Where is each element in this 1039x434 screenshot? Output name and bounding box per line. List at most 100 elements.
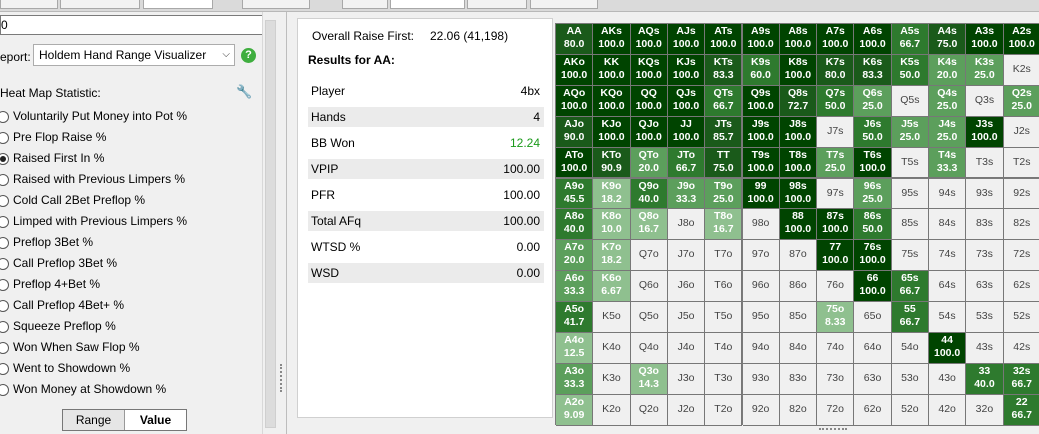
hand-cell[interactable]: QJo 100.0 xyxy=(630,116,668,148)
hand-cell[interactable]: T6s 100.0 xyxy=(854,147,892,179)
hand-cell[interactable]: 98s 100.0 xyxy=(779,178,818,210)
help-icon[interactable]: ? xyxy=(241,48,256,63)
top-tab[interactable] xyxy=(0,0,58,9)
hand-cell[interactable]: QTs 66.7 xyxy=(705,85,743,117)
splitter-grip[interactable] xyxy=(280,364,283,392)
hand-cell[interactable]: Q7o xyxy=(630,240,668,272)
hand-cell[interactable]: J6s 50.0 xyxy=(854,116,892,148)
hand-cell[interactable]: 94s xyxy=(929,178,967,210)
statistic-radio-item[interactable]: Preflop 4+Bet % xyxy=(0,274,270,295)
hand-cell[interactable]: K9s 60.0 xyxy=(742,54,780,86)
hand-cell[interactable]: J7s xyxy=(817,116,855,148)
statistic-radio-item[interactable]: Won Money at Showdown % xyxy=(0,379,270,400)
hand-cell[interactable]: 92o xyxy=(742,394,780,426)
hand-cell[interactable]: K4o xyxy=(593,333,631,364)
search-input[interactable]: 0 xyxy=(0,15,275,35)
hand-cell[interactable]: A9s 100.0 xyxy=(742,24,780,55)
hand-cell[interactable]: 63o xyxy=(854,363,892,395)
hand-cell[interactable]: K8s 100.0 xyxy=(779,54,818,86)
left-scrollbar[interactable] xyxy=(262,12,277,434)
hand-cell[interactable]: QJs 100.0 xyxy=(667,85,706,117)
hand-cell[interactable]: 72s xyxy=(1003,240,1039,272)
hand-cell[interactable]: Q7s 50.0 xyxy=(817,85,855,117)
hand-cell[interactable]: J5s 25.0 xyxy=(891,116,929,148)
hand-cell[interactable]: T7s 25.0 xyxy=(817,147,855,179)
hand-cell[interactable]: 42s xyxy=(1003,333,1039,364)
hand-cell[interactable]: T8s 100.0 xyxy=(779,147,818,179)
hand-cell[interactable]: 65s 66.7 xyxy=(891,271,929,303)
hand-cell[interactable]: 66 100.0 xyxy=(854,271,892,303)
hand-cell[interactable]: J2s xyxy=(1003,116,1039,148)
radio-button[interactable] xyxy=(0,174,9,186)
hand-cell[interactable]: Q6o xyxy=(630,271,668,303)
hand-cell[interactable]: T4s 33.3 xyxy=(929,147,967,179)
hand-cell[interactable]: AQo 100.0 xyxy=(556,85,594,117)
top-tab[interactable] xyxy=(467,0,527,9)
hand-cell[interactable]: 32o xyxy=(966,394,1004,426)
hand-cell[interactable]: 76s 100.0 xyxy=(854,240,892,272)
hand-cell[interactable]: AJs 100.0 xyxy=(667,24,706,55)
radio-button[interactable] xyxy=(0,279,9,291)
hand-cell[interactable]: Q2o xyxy=(630,394,668,426)
hand-cell[interactable]: J3o xyxy=(667,363,706,395)
hand-cell[interactable]: A2o 9.09 xyxy=(556,394,594,426)
hand-cell[interactable]: 96o xyxy=(742,271,780,303)
hand-cell[interactable]: K8o 10.0 xyxy=(593,209,631,241)
hand-cell[interactable]: Q8s 72.7 xyxy=(779,85,818,117)
hand-cell[interactable]: QTo 20.0 xyxy=(630,147,668,179)
hand-cell[interactable]: A6s 100.0 xyxy=(854,24,892,55)
hand-cell[interactable]: 83o xyxy=(779,363,818,395)
hand-cell[interactable]: ATo 100.0 xyxy=(556,147,594,179)
hand-cell[interactable]: Q3o 14.3 xyxy=(630,363,668,395)
radio-button[interactable] xyxy=(0,237,9,249)
hand-cell[interactable]: KQo 100.0 xyxy=(593,85,631,117)
hand-cell[interactable]: J8s 100.0 xyxy=(779,116,818,148)
hand-cell[interactable]: JTo 66.7 xyxy=(667,147,706,179)
hand-cell[interactable]: J4s 25.0 xyxy=(929,116,967,148)
hand-cell[interactable]: J2o xyxy=(667,394,706,426)
hand-cell[interactable]: ATs 100.0 xyxy=(705,24,743,55)
hand-cell[interactable]: T6o xyxy=(705,271,743,303)
hand-cell[interactable]: T4o xyxy=(705,333,743,364)
hand-cell[interactable]: 98o xyxy=(742,209,780,241)
hand-cell[interactable]: A7s 100.0 xyxy=(817,24,855,55)
hand-cell[interactable]: 99 100.0 xyxy=(742,178,780,210)
hand-cell[interactable]: 93o xyxy=(742,363,780,395)
hand-cell[interactable]: A7o 20.0 xyxy=(556,240,594,272)
hand-cell[interactable]: KQs 100.0 xyxy=(630,54,668,86)
panel-splitter[interactable] xyxy=(277,12,286,434)
wrench-icon[interactable]: 🔧 xyxy=(236,84,252,100)
hand-cell[interactable]: KJo 100.0 xyxy=(593,116,631,148)
hand-cell[interactable]: Q9o 40.0 xyxy=(630,178,668,210)
hand-cell[interactable]: 92s xyxy=(1003,178,1039,210)
radio-button[interactable] xyxy=(0,300,9,312)
hand-cell[interactable]: AKo 100.0 xyxy=(556,54,594,86)
hand-cell[interactable]: KTs 83.3 xyxy=(705,54,743,86)
hand-cell[interactable]: K9o 18.2 xyxy=(593,178,631,210)
hand-cell[interactable]: 65o xyxy=(854,302,892,333)
hand-cell[interactable]: A5s 66.7 xyxy=(891,24,929,55)
hand-cell[interactable]: 54o xyxy=(891,333,929,364)
hand-cell[interactable]: 84s xyxy=(929,209,967,241)
hand-cell[interactable]: A5o 41.7 xyxy=(556,302,594,333)
hand-cell[interactable]: 72o xyxy=(817,394,855,426)
hand-cell[interactable]: 75s xyxy=(891,240,929,272)
value-button[interactable]: Value xyxy=(125,410,186,430)
hand-cell[interactable]: A8s 100.0 xyxy=(779,24,818,55)
hand-cell[interactable]: 82o xyxy=(779,394,818,426)
hand-cell[interactable]: 55 66.7 xyxy=(891,302,929,333)
horizontal-grip[interactable] xyxy=(819,428,847,430)
hand-cell[interactable]: T3o xyxy=(705,363,743,395)
statistic-radio-item[interactable]: Won When Saw Flop % xyxy=(0,337,270,358)
hand-cell[interactable]: QQ 100.0 xyxy=(630,85,668,117)
hand-cell[interactable]: 43s xyxy=(966,333,1004,364)
top-tab[interactable] xyxy=(60,0,140,9)
hand-cell[interactable]: 32s 66.7 xyxy=(1003,363,1039,395)
hand-cell[interactable]: A3s 100.0 xyxy=(966,24,1004,55)
hand-cell[interactable]: AA 80.0 xyxy=(556,24,594,55)
hand-cell[interactable]: 73o xyxy=(817,363,855,395)
statistic-radio-item[interactable]: Squeeze Preflop % xyxy=(0,316,270,337)
hand-cell[interactable]: 64o xyxy=(854,333,892,364)
scrollbar-thumb[interactable] xyxy=(265,20,276,428)
hand-cell[interactable]: 52o xyxy=(891,394,929,426)
